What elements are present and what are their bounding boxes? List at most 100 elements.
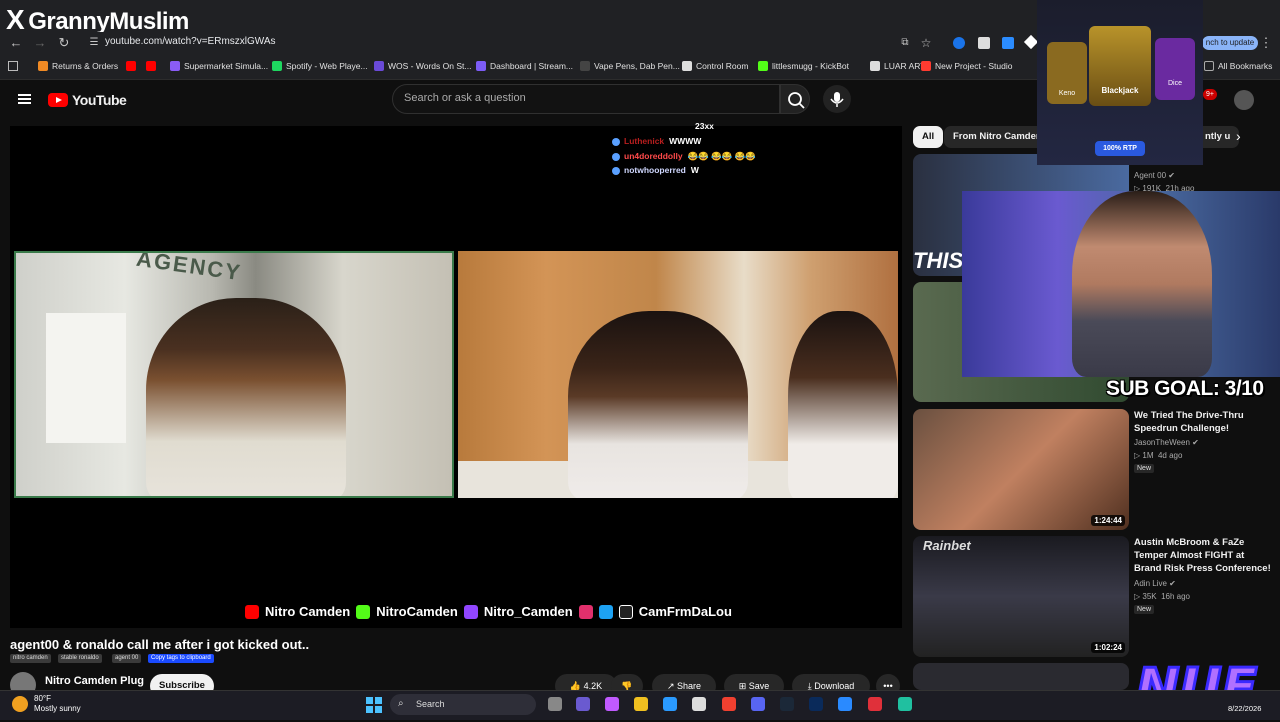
bookmark-item[interactable]: WOS - Words On St...: [374, 61, 471, 71]
chat-text: 23xx: [695, 121, 714, 131]
chat-message: 23xx: [690, 121, 714, 131]
app-icon[interactable]: [898, 697, 912, 711]
bookmark-star-icon[interactable]: ☆: [918, 35, 934, 51]
thumb-text: THIS: [913, 248, 964, 273]
back-icon[interactable]: ←: [8, 35, 24, 51]
bookmark-favicon-icon: [146, 61, 156, 71]
bookmark-item[interactable]: New Project - Studio: [921, 61, 1012, 71]
video-tag[interactable]: stable ronaldo: [58, 654, 102, 663]
chip-all[interactable]: All: [913, 126, 944, 148]
extension-icon[interactable]: [953, 37, 965, 49]
video-thumbnail[interactable]: 1:24:44: [913, 409, 1129, 530]
bookmark-item[interactable]: littlesmugg - KickBot: [758, 61, 849, 71]
video-thumbnail[interactable]: Rainbet 1:02:24: [913, 536, 1129, 657]
copilot-icon[interactable]: [576, 697, 590, 711]
forward-icon[interactable]: →: [32, 35, 48, 51]
copy-tags-button[interactable]: Copy tags to clipboard: [148, 654, 214, 663]
clock-date: 8/22/2026: [1228, 704, 1262, 713]
keno-card: Keno: [1047, 42, 1087, 104]
notepad-icon[interactable]: [838, 697, 852, 711]
start-icon[interactable]: [366, 697, 382, 713]
verified-icon: ✔: [1169, 579, 1176, 588]
task-view-icon[interactable]: [548, 697, 562, 711]
extension-icon[interactable]: [978, 37, 990, 49]
guest-person: [788, 311, 898, 498]
video-title: agent00 & ronaldo call me after i got ki…: [10, 637, 310, 652]
widgets-icon[interactable]: [605, 697, 619, 711]
file-explorer-icon[interactable]: [634, 697, 648, 711]
voice-search-button[interactable]: [823, 85, 851, 113]
browser-menu-icon[interactable]: ⋮: [1258, 35, 1274, 51]
bookmark-favicon-icon: [272, 61, 282, 71]
chat-text: W: [690, 165, 699, 175]
bookmark-item[interactable]: Supermarket Simula...: [170, 61, 268, 71]
webcam-left: AGENCY: [14, 251, 454, 498]
bookmark-item[interactable]: Control Room: [682, 61, 748, 71]
apps-icon[interactable]: [8, 61, 18, 71]
streamer-right: [568, 311, 748, 498]
rtp-badge: 100% RTP: [1095, 141, 1145, 156]
twitch-icon: [463, 604, 478, 619]
social-links-overlay: Nitro Camden NitroCamden Nitro_Camden Ca…: [245, 604, 732, 619]
chat-badge-icon: [612, 166, 620, 175]
bookmark-item[interactable]: Spotify - Web Playe...: [272, 61, 368, 71]
account-avatar[interactable]: [1234, 90, 1254, 110]
video-title[interactable]: We Tried The Drive-Thru Speedrun Challen…: [1134, 409, 1274, 435]
extension-icon[interactable]: [1002, 37, 1014, 49]
bookmark-item[interactable]: [126, 61, 136, 71]
youtube-logo[interactable]: YouTube: [48, 92, 127, 108]
store-icon[interactable]: [692, 697, 706, 711]
weather-icon[interactable]: [12, 696, 28, 712]
channel-name[interactable]: Nitro Camden Plug: [45, 675, 144, 687]
weather-widget[interactable]: 80°F Mostly sunny: [34, 694, 81, 714]
chat-message: notwhooperred W: [612, 165, 699, 175]
install-icon[interactable]: ⧉: [897, 35, 913, 51]
bookmark-favicon-icon: [870, 61, 880, 71]
chat-username: un4doreddolly: [624, 151, 683, 161]
bookmark-label: Supermarket Simula...: [184, 61, 269, 71]
search-icon: ⌕: [398, 698, 404, 709]
bookmark-item[interactable]: Vape Pens, Dab Pen...: [580, 61, 680, 71]
chat-username: Luthenick: [624, 136, 665, 146]
discord-icon[interactable]: [751, 697, 765, 711]
verified-icon: ✔: [1168, 171, 1175, 180]
edge-icon[interactable]: [663, 697, 677, 711]
menu-icon[interactable]: [18, 94, 31, 104]
reload-icon[interactable]: ↻: [56, 35, 72, 51]
relaunch-button[interactable]: nch to update: [1202, 36, 1258, 50]
video-tag[interactable]: agent 00: [112, 654, 142, 663]
steam-icon[interactable]: [780, 697, 794, 711]
agency-sign: AGENCY: [134, 251, 244, 286]
site-info-icon[interactable]: ☰: [86, 35, 102, 51]
channel-name[interactable]: Adin Live ✔: [1134, 579, 1176, 588]
chip-from-channel[interactable]: From Nitro Camden: [944, 126, 1051, 148]
channel-name[interactable]: JasonTheWeen ✔: [1134, 438, 1199, 447]
channel-name[interactable]: Agent 00 ✔: [1134, 171, 1175, 180]
video-meta: ▷ 35K 16h ago: [1134, 592, 1190, 601]
instagram-icon: [578, 604, 593, 619]
window: [46, 313, 126, 443]
chevron-right-icon[interactable]: ›: [1236, 128, 1241, 144]
streamer-webcam: [962, 191, 1280, 377]
kick-icon: [356, 604, 371, 619]
bookmark-item[interactable]: Dashboard | Stream...: [476, 61, 573, 71]
search-button[interactable]: [780, 84, 810, 114]
taskbar-search[interactable]: [390, 694, 536, 715]
bookmark-favicon-icon: [758, 61, 768, 71]
all-bookmarks[interactable]: All Bookmarks: [1204, 61, 1272, 71]
chrome-icon[interactable]: [722, 697, 736, 711]
video-thumbnail[interactable]: [913, 663, 1129, 690]
photoshop-icon[interactable]: [809, 697, 823, 711]
streamer-left: [146, 298, 346, 496]
url-text[interactable]: youtube.com/watch?v=ERmszxlGWAs: [105, 36, 276, 47]
bookmark-item[interactable]: Returns & Orders: [38, 61, 118, 71]
video-duration: 1:02:24: [1091, 642, 1125, 653]
video-title[interactable]: Austin McBroom & FaZe Temper Almost FIGH…: [1134, 536, 1274, 575]
verified-icon: ✔: [1192, 438, 1199, 447]
casino-ad-overlay: Keno Blackjack Dice 100% RTP: [1037, 0, 1203, 165]
video-tag[interactable]: nitro camden: [10, 654, 51, 663]
blackjack-card: Blackjack: [1089, 26, 1151, 106]
chat-text: WWWW: [669, 136, 702, 146]
bookmark-item[interactable]: [146, 61, 156, 71]
app-icon[interactable]: [868, 697, 882, 711]
